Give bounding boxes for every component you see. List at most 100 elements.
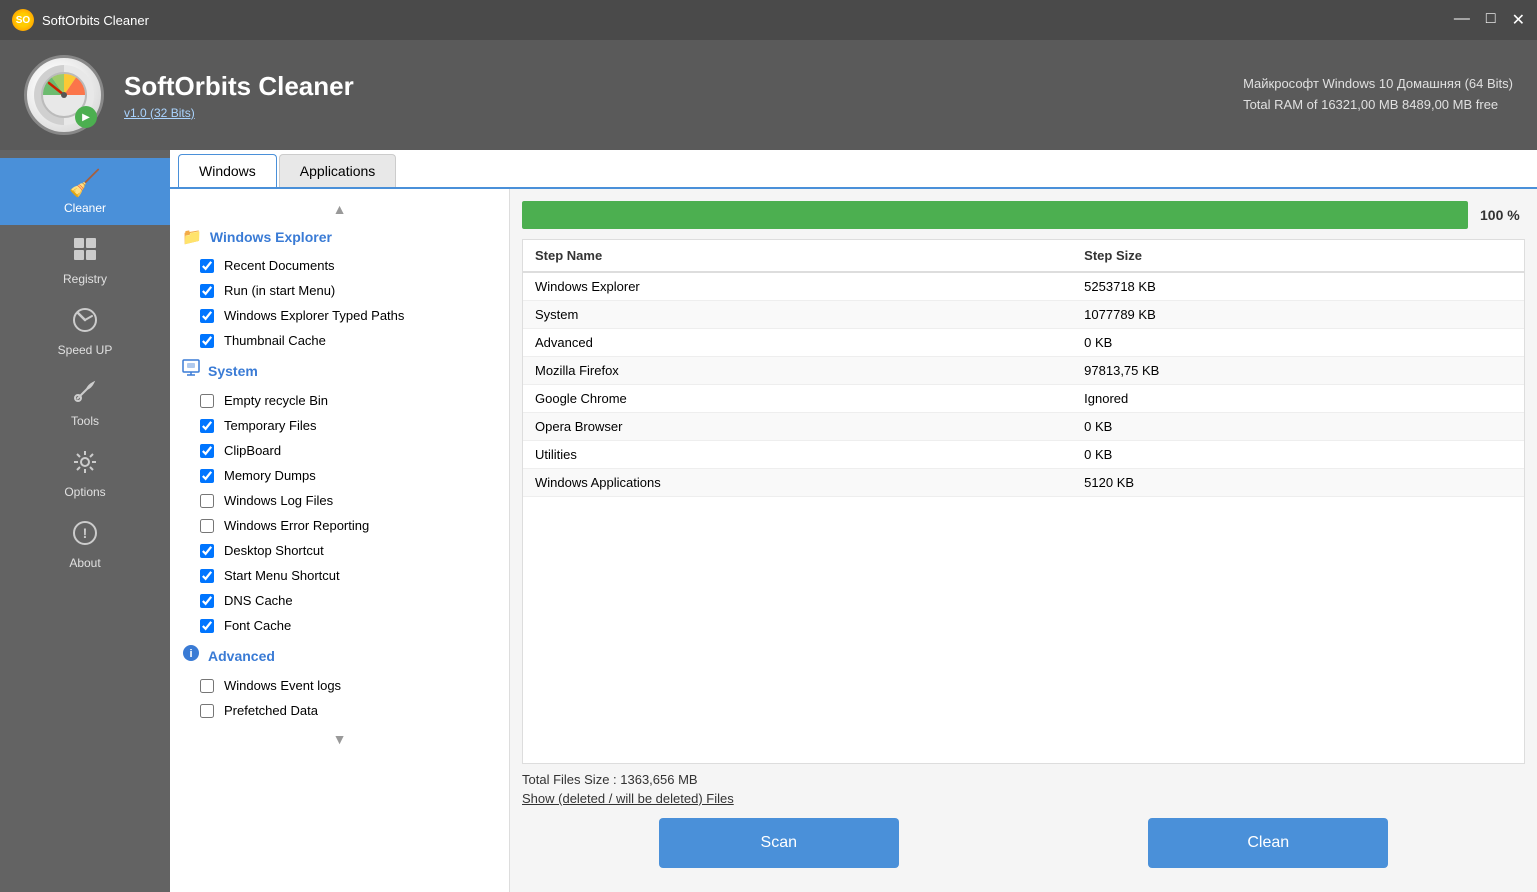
check-temp-files[interactable]: Temporary Files	[170, 413, 509, 438]
check-dns-cache[interactable]: DNS Cache	[170, 588, 509, 613]
app-title: SoftOrbits Cleaner	[124, 71, 354, 102]
checkbox-temp-files[interactable]	[200, 419, 214, 433]
check-memory-dumps[interactable]: Memory Dumps	[170, 463, 509, 488]
scan-button[interactable]: Scan	[659, 818, 899, 868]
speedup-label: Speed UP	[58, 343, 113, 357]
checkbox-desktop-shortcut[interactable]	[200, 544, 214, 558]
result-extra	[1436, 385, 1524, 413]
version-label[interactable]: v1.0 (32 Bits)	[124, 106, 354, 120]
result-step-name: Google Chrome	[523, 385, 1072, 413]
result-step-size: 97813,75 KB	[1072, 357, 1436, 385]
check-font-cache[interactable]: Font Cache	[170, 613, 509, 638]
sidebar-item-speedup[interactable]: Speed UP	[0, 296, 170, 367]
sidebar-item-cleaner[interactable]: 🧹 Cleaner	[0, 158, 170, 225]
cleaner-label: Cleaner	[64, 201, 106, 215]
clean-button[interactable]: Clean	[1148, 818, 1388, 868]
check-explorer-typed-paths[interactable]: Windows Explorer Typed Paths	[170, 303, 509, 328]
play-button-icon[interactable]: ▶	[75, 106, 97, 128]
checkbox-prefetched-data[interactable]	[200, 704, 214, 718]
speedup-icon	[71, 306, 99, 341]
table-row: Windows Explorer5253718 KB	[523, 272, 1524, 301]
scroll-up-indicator[interactable]: ▲	[170, 197, 509, 221]
label-thumbnail-cache: Thumbnail Cache	[224, 333, 326, 348]
result-step-size: 5120 KB	[1072, 469, 1436, 497]
about-icon: !	[71, 519, 99, 554]
check-empty-recycle[interactable]: Empty recycle Bin	[170, 388, 509, 413]
sidebar-item-tools[interactable]: Tools	[0, 367, 170, 438]
sidebar-item-registry[interactable]: Registry	[0, 225, 170, 296]
checkbox-memory-dumps[interactable]	[200, 469, 214, 483]
panel-split: ▲ 📁 Windows Explorer Recent Documents Ru…	[170, 189, 1537, 892]
checkbox-start-menu-shortcut[interactable]	[200, 569, 214, 583]
result-step-name: Windows Explorer	[523, 272, 1072, 301]
result-step-name: Opera Browser	[523, 413, 1072, 441]
options-label: Options	[64, 485, 105, 499]
checkbox-empty-recycle[interactable]	[200, 394, 214, 408]
label-explorer-typed-paths: Windows Explorer Typed Paths	[224, 308, 404, 323]
minimize-button[interactable]: —	[1454, 10, 1470, 30]
checkbox-error-reporting[interactable]	[200, 519, 214, 533]
label-empty-recycle: Empty recycle Bin	[224, 393, 328, 408]
checkbox-windows-event-logs[interactable]	[200, 679, 214, 693]
svg-text:!: !	[83, 525, 88, 541]
label-windows-event-logs: Windows Event logs	[224, 678, 341, 693]
checkbox-dns-cache[interactable]	[200, 594, 214, 608]
sidebar: 🧹 Cleaner Registry S	[0, 150, 170, 892]
tab-applications[interactable]: Applications	[279, 154, 397, 187]
check-prefetched-data[interactable]: Prefetched Data	[170, 698, 509, 723]
table-row: Utilities0 KB	[523, 441, 1524, 469]
tab-windows[interactable]: Windows	[178, 154, 277, 187]
scroll-up-icon: ▲	[333, 201, 347, 217]
app-logo-icon: SO	[12, 9, 34, 31]
table-row: Google ChromeIgnored	[523, 385, 1524, 413]
close-button[interactable]: ✕	[1512, 10, 1525, 30]
sidebar-item-about[interactable]: ! About	[0, 509, 170, 580]
maximize-button[interactable]: □	[1486, 10, 1496, 30]
check-run-start-menu[interactable]: Run (in start Menu)	[170, 278, 509, 303]
label-windows-log: Windows Log Files	[224, 493, 333, 508]
check-clipboard[interactable]: ClipBoard	[170, 438, 509, 463]
check-windows-event-logs[interactable]: Windows Event logs	[170, 673, 509, 698]
result-step-name: Advanced	[523, 329, 1072, 357]
label-memory-dumps: Memory Dumps	[224, 468, 316, 483]
result-step-name: Utilities	[523, 441, 1072, 469]
check-thumbnail-cache[interactable]: Thumbnail Cache	[170, 328, 509, 353]
table-row: Windows Applications5120 KB	[523, 469, 1524, 497]
label-temp-files: Temporary Files	[224, 418, 316, 433]
checkbox-recent-documents[interactable]	[200, 259, 214, 273]
show-files-link[interactable]: Show (deleted / will be deleted) Files	[522, 791, 1525, 806]
checkbox-thumbnail-cache[interactable]	[200, 334, 214, 348]
checkbox-run-start-menu[interactable]	[200, 284, 214, 298]
check-recent-documents[interactable]: Recent Documents	[170, 253, 509, 278]
result-step-name: System	[523, 301, 1072, 329]
check-desktop-shortcut[interactable]: Desktop Shortcut	[170, 538, 509, 563]
result-step-size: 0 KB	[1072, 329, 1436, 357]
checkbox-clipboard[interactable]	[200, 444, 214, 458]
sidebar-item-options[interactable]: Options	[0, 438, 170, 509]
checkbox-windows-log[interactable]	[200, 494, 214, 508]
system-icon	[182, 359, 200, 382]
sysinfo-os: Майкрософт Windows 10 Домашняя (64 Bits)	[1243, 74, 1513, 95]
check-start-menu-shortcut[interactable]: Start Menu Shortcut	[170, 563, 509, 588]
label-clipboard: ClipBoard	[224, 443, 281, 458]
label-font-cache: Font Cache	[224, 618, 291, 633]
checkbox-font-cache[interactable]	[200, 619, 214, 633]
tools-icon	[71, 377, 99, 412]
app-icon: ▶	[24, 55, 104, 135]
titlebar: SO SoftOrbits Cleaner — □ ✕	[0, 0, 1537, 40]
section-windows-explorer-title: Windows Explorer	[210, 229, 332, 245]
check-windows-log[interactable]: Windows Log Files	[170, 488, 509, 513]
app-header: ▶ SoftOrbits Cleaner v1.0 (32 Bits) Майк…	[0, 40, 1537, 150]
checkbox-explorer-typed-paths[interactable]	[200, 309, 214, 323]
window-controls[interactable]: — □ ✕	[1454, 10, 1525, 30]
scroll-down-indicator[interactable]: ▼	[170, 727, 509, 751]
header-text: SoftOrbits Cleaner v1.0 (32 Bits)	[124, 71, 354, 120]
label-dns-cache: DNS Cache	[224, 593, 293, 608]
main-content: Windows Applications ▲ 📁 Windows Explore…	[170, 150, 1537, 892]
col-step-name: Step Name	[523, 240, 1072, 272]
advanced-icon: i	[182, 644, 200, 667]
result-extra	[1436, 357, 1524, 385]
checklist-panel: ▲ 📁 Windows Explorer Recent Documents Ru…	[170, 189, 510, 892]
check-error-reporting[interactable]: Windows Error Reporting	[170, 513, 509, 538]
result-step-size: Ignored	[1072, 385, 1436, 413]
